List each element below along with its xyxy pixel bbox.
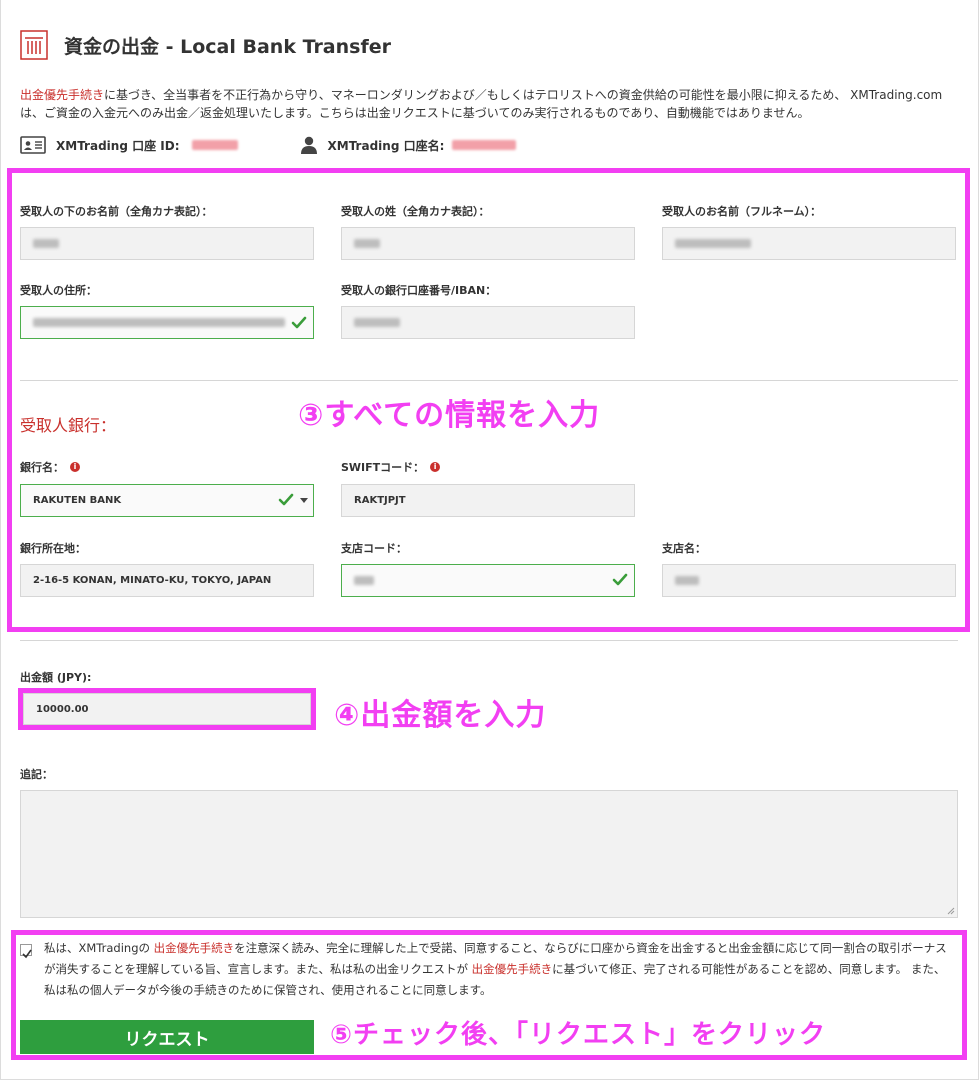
bank-icon: [20, 30, 48, 60]
annotation-step3: ③すべての情報を入力: [298, 398, 601, 433]
priority-procedure-link[interactable]: 出金優先手続き: [20, 88, 104, 102]
account-id-value-redacted: [191, 140, 238, 150]
withdrawal-notice: 出金優先手続きに基づき、全当事者を不正行為から守り、マネーロンダリングおよび／も…: [20, 86, 960, 122]
annotation-step4: ④出金額を入力: [334, 698, 547, 733]
id-card-icon: [20, 136, 46, 154]
amount-label: 出金額 (JPY):: [20, 671, 92, 684]
account-name: XMTrading 口座名:: [300, 136, 517, 154]
section-divider: [20, 640, 958, 641]
user-icon: [300, 136, 317, 154]
page-header: 資金の出金 - Local Bank Transfer: [20, 28, 391, 62]
annotation-box-step4: [18, 688, 316, 730]
page-title: 資金の出金 - Local Bank Transfer: [64, 35, 391, 58]
resize-handle-icon[interactable]: [947, 907, 955, 915]
notice-text: に基づき、全当事者を不正行為から守り、マネーロンダリングおよび／もしくはテロリス…: [20, 88, 943, 120]
account-id-label: XMTrading 口座 ID:: [56, 138, 180, 153]
account-info: XMTrading 口座 ID: XMTrading 口座名:: [20, 134, 578, 156]
account-id: XMTrading 口座 ID:: [20, 136, 238, 154]
account-name-value-redacted: [452, 140, 517, 150]
notes-textarea[interactable]: [20, 790, 958, 918]
annotation-step5: ⑤チェック後、「リクエスト」をクリック: [330, 1020, 827, 1050]
account-name-label: XMTrading 口座名:: [327, 138, 445, 153]
notes-label: 追記：: [20, 768, 53, 781]
